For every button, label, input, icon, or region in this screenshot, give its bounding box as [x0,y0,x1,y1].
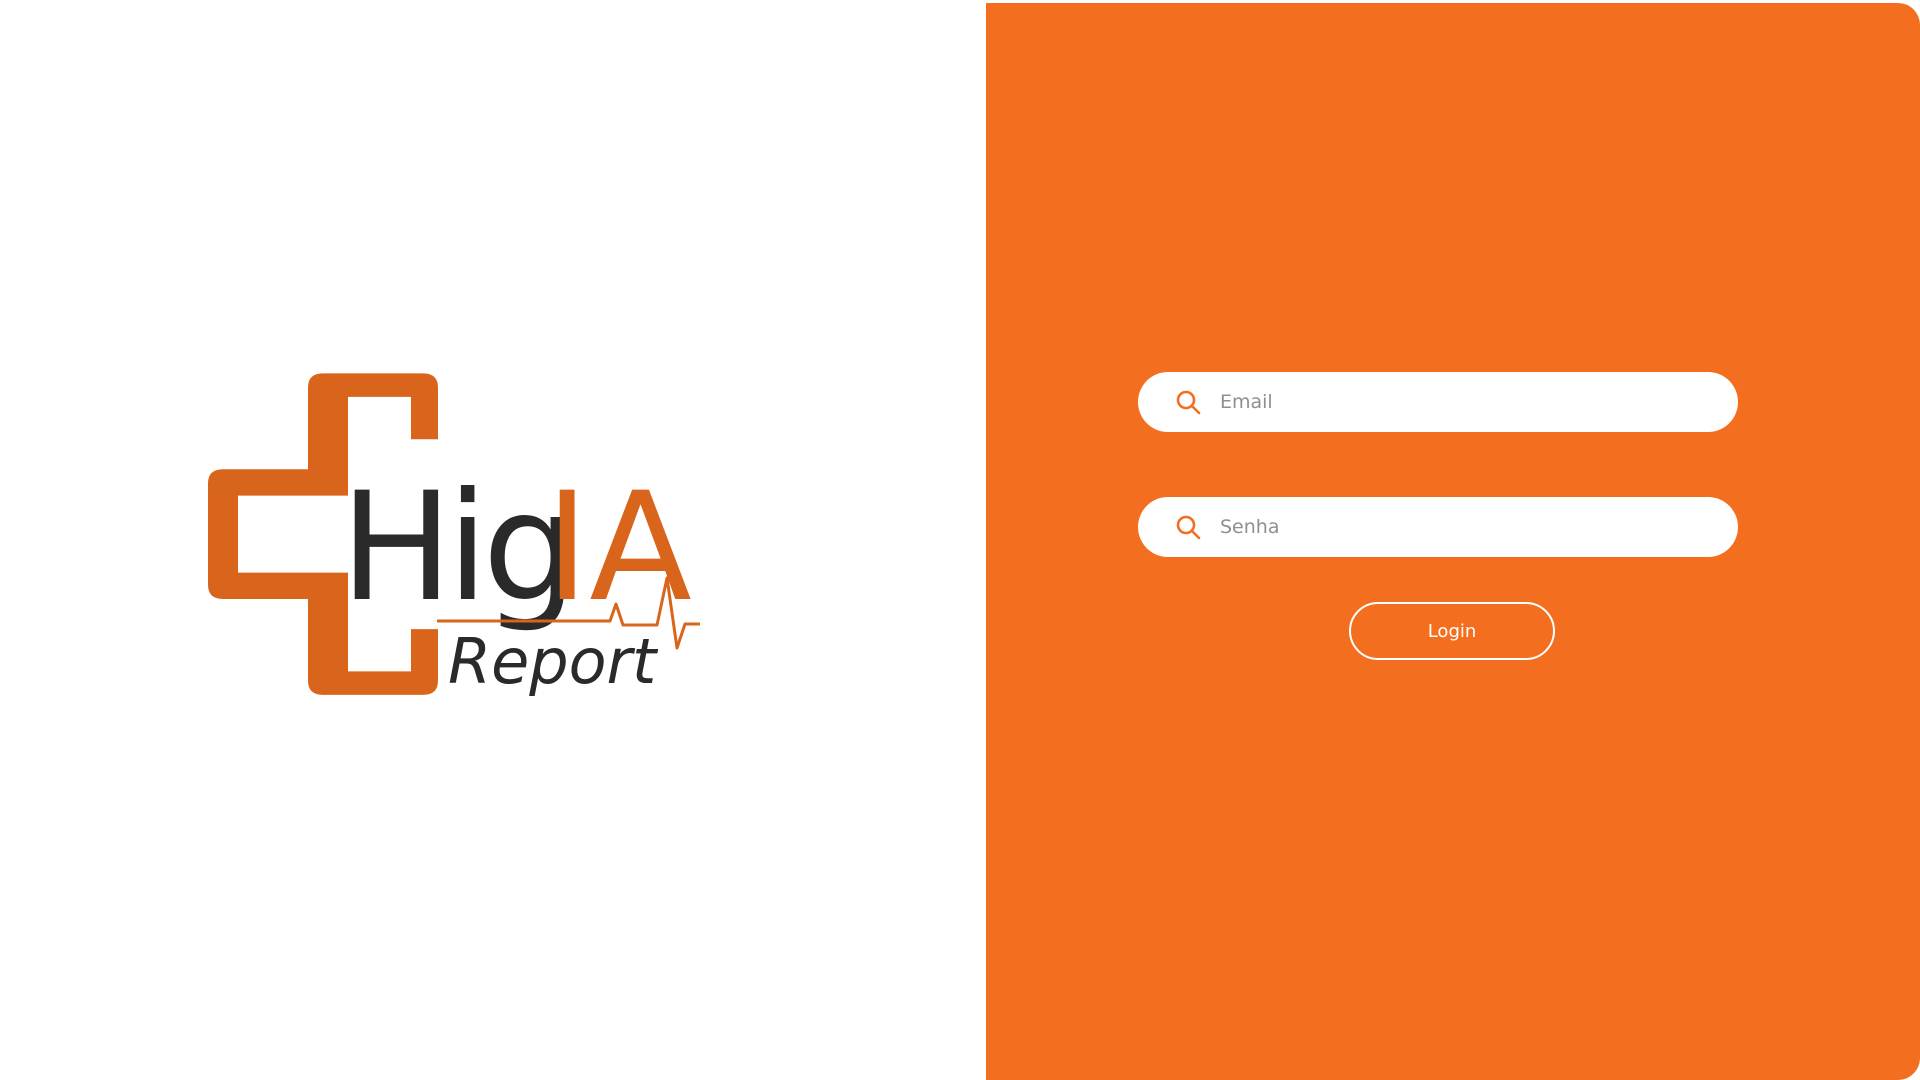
brand-area: Hig IA Report [0,0,986,1080]
search-icon [1174,513,1202,541]
email-field[interactable] [1138,372,1738,432]
search-icon [1174,388,1202,416]
logo-report-text: Report [448,625,659,698]
login-page: Hig IA Report Email Login [0,0,1920,1080]
password-field[interactable] [1138,497,1738,557]
higia-report-logo: Hig IA Report [208,373,700,698]
login-button[interactable]: Login [1349,602,1555,660]
password-input[interactable] [1218,506,1722,548]
logo-hig-text: Hig [340,461,572,635]
email-input[interactable] [1218,381,1722,423]
login-panel: Login [986,3,1920,1080]
